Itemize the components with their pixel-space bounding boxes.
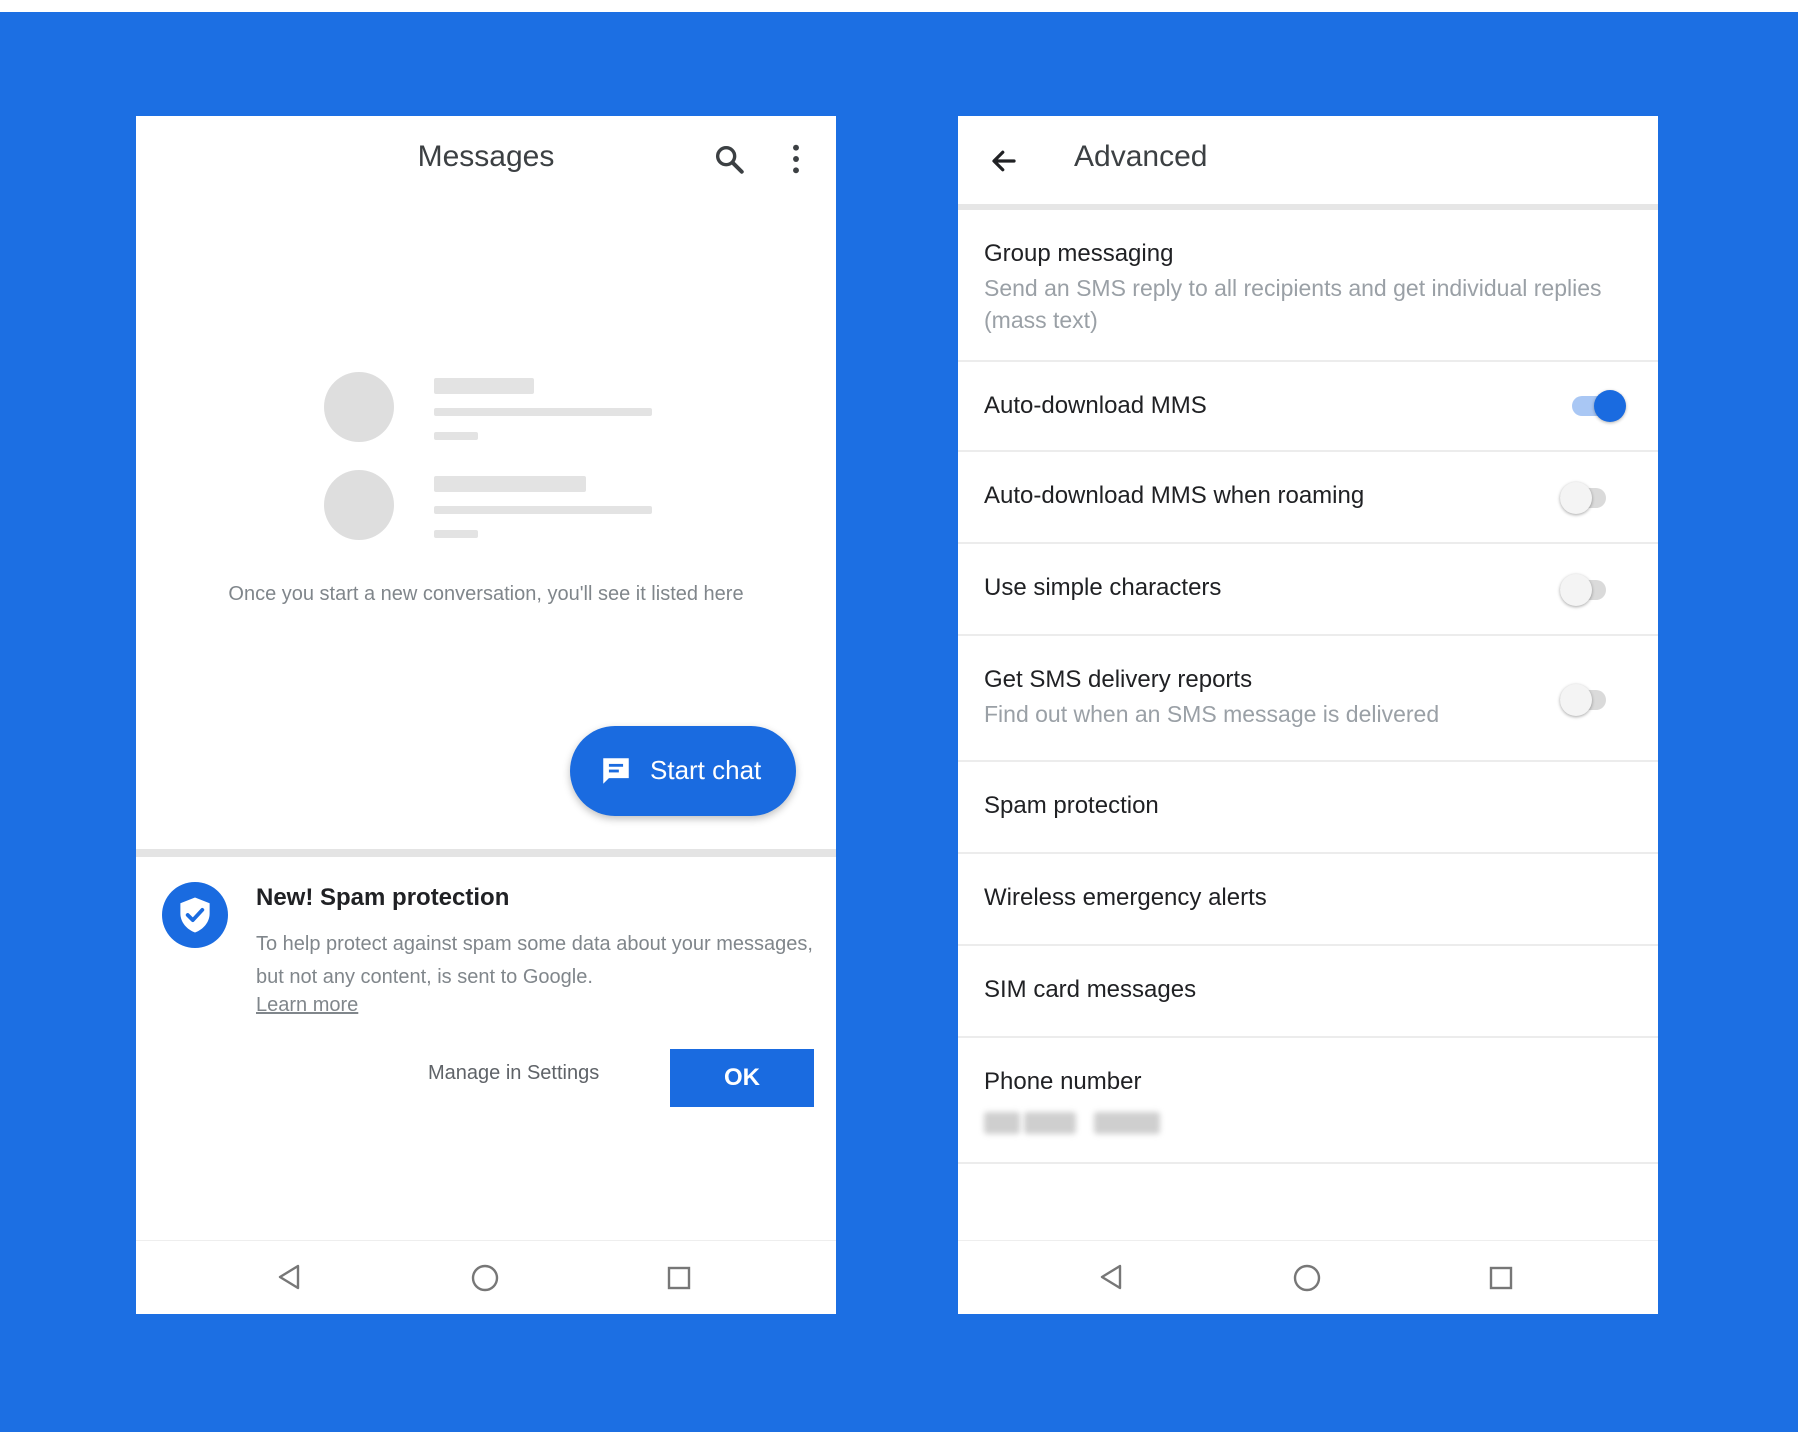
back-arrow-icon[interactable] [988,146,1020,176]
setting-title: Auto-download MMS when roaming [984,482,1365,509]
recents-square-icon[interactable] [666,1265,692,1291]
placeholder-line [434,378,534,394]
section-divider [136,849,836,857]
spam-card-description: To help protect against spam some data a… [256,933,813,988]
toggle-thumb [1560,684,1592,716]
placeholder-line [434,506,652,514]
redacted-phone-number [984,1112,1160,1134]
placeholder-line [434,408,652,416]
system-nav-bar [136,1240,836,1314]
back-triangle-icon[interactable] [276,1263,302,1291]
back-triangle-icon[interactable] [1098,1263,1124,1291]
placeholder-line [434,432,478,440]
setting-phone-number[interactable]: Phone number [958,1038,1658,1164]
setting-title: Group messaging [984,240,1174,267]
setting-title: Spam protection [984,792,1159,819]
toggle-thumb [1560,574,1592,606]
chat-icon [603,758,629,784]
toggle-thumb [1560,482,1592,514]
setting-title: Wireless emergency alerts [984,884,1267,911]
setting-spam-protection[interactable]: Spam protection [958,762,1658,854]
learn-more-link[interactable]: Learn more [256,994,358,1017]
setting-title: Get SMS delivery reports [984,666,1253,693]
recents-square-icon[interactable] [1488,1265,1514,1291]
start-chat-label: Start chat [650,755,762,785]
placeholder-avatar [324,372,394,442]
placeholder-avatar [324,470,394,540]
setting-title: Use simple characters [984,574,1222,601]
setting-wireless-emergency-alerts[interactable]: Wireless emergency alerts [958,854,1658,946]
empty-state-message: Once you start a new conversation, you'l… [228,583,744,605]
home-circle-icon[interactable] [470,1263,500,1293]
setting-title: SIM card messages [984,976,1197,1003]
home-circle-icon[interactable] [1292,1263,1322,1293]
screen-title: Advanced [1074,140,1208,173]
placeholder-line [434,476,586,492]
setting-subtitle: Send an SMS reply to all recipients and … [984,275,1602,333]
setting-subtitle: Find out when an SMS message is delivere… [984,701,1440,727]
system-nav-bar [958,1240,1658,1314]
setting-title: Phone number [984,1068,1142,1095]
setting-sms-delivery-reports[interactable]: Get SMS delivery reports Find out when a… [958,636,1658,762]
shield-check-icon [162,882,228,948]
start-chat-button[interactable]: Start chat [570,726,796,816]
app-bar: Messages [136,116,836,206]
setting-group-messaging[interactable]: Group messaging Send an SMS reply to all… [958,210,1658,362]
search-icon[interactable] [712,142,746,176]
setting-auto-download-mms[interactable]: Auto-download MMS [958,362,1658,452]
placeholder-line [434,530,478,538]
spam-card-title: New! Spam protection [256,884,510,911]
setting-title: Auto-download MMS [984,392,1207,419]
setting-use-simple-characters[interactable]: Use simple characters [958,544,1658,636]
toggle-thumb [1594,390,1626,422]
manage-in-settings-button[interactable]: Manage in Settings [428,1062,599,1085]
setting-sim-card-messages[interactable]: SIM card messages [958,946,1658,1038]
messages-screen: Messages Once you start a new conversati… [136,116,836,1314]
ok-button[interactable]: OK [670,1049,814,1107]
advanced-settings-screen: Advanced Group messaging Send an SMS rep… [958,116,1658,1314]
setting-auto-download-mms-roaming[interactable]: Auto-download MMS when roaming [958,452,1658,544]
more-vert-icon[interactable] [786,142,806,176]
app-bar: Advanced [958,116,1658,204]
